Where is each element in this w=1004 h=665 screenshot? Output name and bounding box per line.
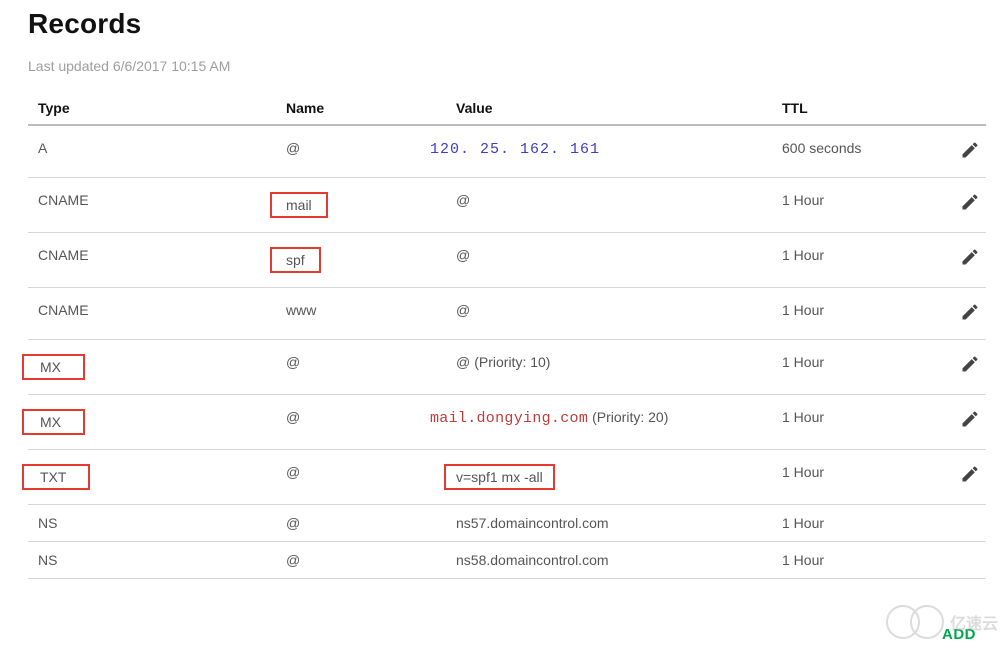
col-header-ttl: TTL [772, 92, 942, 125]
cell-ttl: 1 Hour [772, 395, 942, 450]
edit-icon[interactable] [960, 409, 980, 429]
highlight-box: spf [270, 247, 321, 273]
page-title: Records [28, 8, 982, 40]
table-row: NS@ ns57.domaincontrol.com 1 Hour [28, 505, 986, 542]
table-row: A@120. 25. 162. 161600 seconds [28, 125, 986, 178]
value-suffix: (Priority: 20) [592, 409, 668, 425]
cell-type: CNAME [28, 233, 276, 288]
cell-type: TXT [28, 450, 276, 505]
cell-value: ns58.domaincontrol.com [446, 542, 772, 579]
cell-name: www [276, 288, 446, 340]
cell-type: MX [28, 395, 276, 450]
value-text: ns57.domaincontrol.com [456, 515, 609, 531]
col-header-value: Value [446, 92, 772, 125]
cell-type: CNAME [28, 288, 276, 340]
cell-ttl: 1 Hour [772, 178, 942, 233]
table-row: CNAMEspf @1 Hour [28, 233, 986, 288]
highlight-box: MX [22, 354, 85, 380]
cell-value: @(Priority: 10) [446, 340, 772, 395]
value-text: ns58.domaincontrol.com [456, 552, 609, 568]
highlight-box: MX [22, 409, 85, 435]
cell-value: @ [446, 178, 772, 233]
cell-ttl: 1 Hour [772, 450, 942, 505]
cell-name: @ [276, 542, 446, 579]
edit-icon[interactable] [960, 302, 980, 322]
cell-type: MX [28, 340, 276, 395]
cell-name: @ [276, 450, 446, 505]
cell-edit [942, 542, 986, 579]
value-text: @ [456, 192, 470, 208]
edit-icon[interactable] [960, 140, 980, 160]
table-row: CNAMEwww @1 Hour [28, 288, 986, 340]
edit-icon[interactable] [960, 192, 980, 212]
cell-edit [942, 340, 986, 395]
last-updated-text: Last updated 6/6/2017 10:15 AM [28, 58, 982, 74]
value-text: @ [456, 247, 470, 263]
cell-name: @ [276, 395, 446, 450]
cell-ttl: 1 Hour [772, 288, 942, 340]
cell-edit [942, 178, 986, 233]
cell-type: A [28, 125, 276, 178]
cell-edit [942, 505, 986, 542]
cell-ttl: 1 Hour [772, 340, 942, 395]
cell-type: NS [28, 542, 276, 579]
cell-name: spf [276, 233, 446, 288]
edit-icon[interactable] [960, 354, 980, 374]
cell-edit [942, 395, 986, 450]
edit-icon[interactable] [960, 464, 980, 484]
highlight-box: mail [270, 192, 328, 218]
table-row: CNAMEmail @1 Hour [28, 178, 986, 233]
cell-edit [942, 125, 986, 178]
cell-name: @ [276, 505, 446, 542]
col-header-edit [942, 92, 986, 125]
cell-ttl: 1 Hour [772, 542, 942, 579]
cell-value: @ [446, 288, 772, 340]
cell-ttl: 600 seconds [772, 125, 942, 178]
cell-type: NS [28, 505, 276, 542]
cell-edit [942, 450, 986, 505]
table-header-row: Type Name Value TTL [28, 92, 986, 125]
value-suffix: (Priority: 10) [474, 354, 550, 370]
table-row: TXT@v=spf1 mx -all 1 Hour [28, 450, 986, 505]
value-text: mail.dongying.com [430, 410, 588, 427]
records-table: Type Name Value TTL A@120. 25. 162. 1616… [28, 92, 986, 579]
cell-edit [942, 288, 986, 340]
cell-value: mail.dongying.com(Priority: 20) [446, 395, 772, 450]
cell-value: @ [446, 233, 772, 288]
highlight-box: TXT [22, 464, 90, 490]
value-text: v=spf1 mx -all [444, 464, 555, 490]
cell-ttl: 1 Hour [772, 233, 942, 288]
add-record-button[interactable]: ADD [942, 626, 976, 643]
cell-value: 120. 25. 162. 161 [446, 125, 772, 178]
table-row: MX@@(Priority: 10)1 Hour [28, 340, 986, 395]
col-header-type: Type [28, 92, 276, 125]
cell-edit [942, 233, 986, 288]
value-text: @ [456, 354, 470, 370]
value-text: 120. 25. 162. 161 [430, 141, 600, 158]
cell-value: ns57.domaincontrol.com [446, 505, 772, 542]
cell-type: CNAME [28, 178, 276, 233]
cell-name: @ [276, 125, 446, 178]
table-row: MX@mail.dongying.com(Priority: 20)1 Hour [28, 395, 986, 450]
cell-value: v=spf1 mx -all [446, 450, 772, 505]
value-text: @ [456, 302, 470, 318]
table-row: NS@ ns58.domaincontrol.com 1 Hour [28, 542, 986, 579]
col-header-name: Name [276, 92, 446, 125]
edit-icon[interactable] [960, 247, 980, 267]
cell-ttl: 1 Hour [772, 505, 942, 542]
cell-name: mail [276, 178, 446, 233]
cell-name: @ [276, 340, 446, 395]
